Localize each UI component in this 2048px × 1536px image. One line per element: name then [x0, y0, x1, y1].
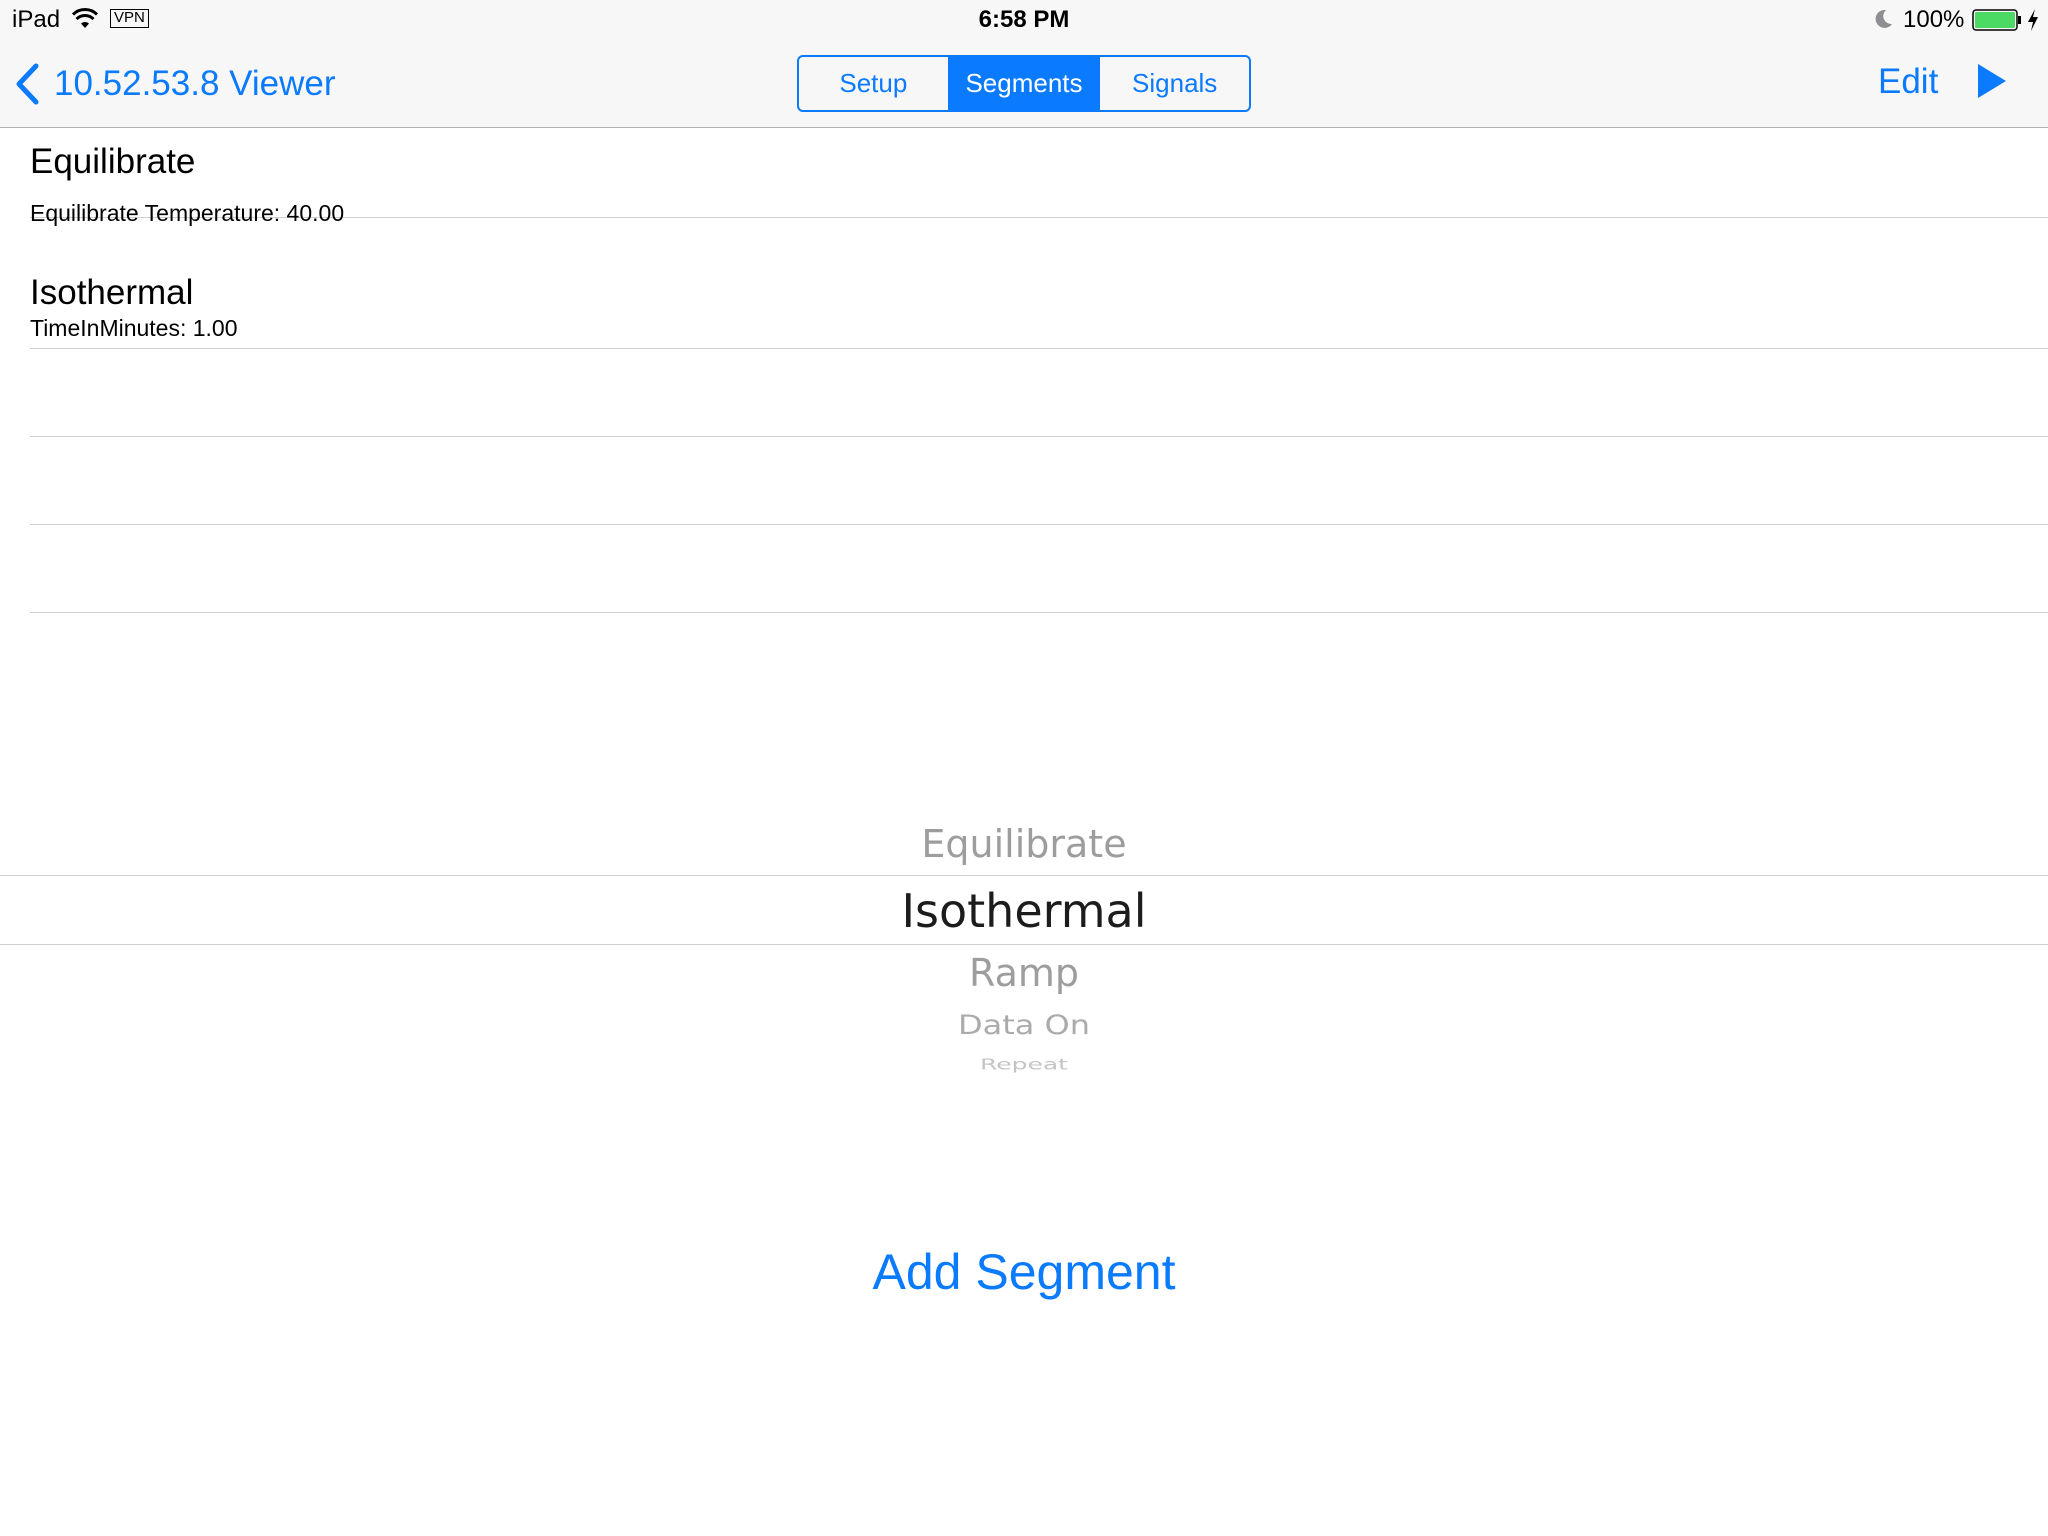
- segment-detail: Equilibrate Temperature: 40.00: [30, 200, 345, 226]
- play-icon[interactable]: [1976, 62, 2008, 100]
- status-bar: iPad VPN 6:58 PM 100%: [0, 0, 2048, 40]
- status-time: 6:58 PM: [978, 6, 1070, 33]
- segmented-control: Setup Segments Signals: [797, 55, 1251, 112]
- empty-row: [30, 525, 2048, 613]
- segment-type-picker[interactable]: Equilibrate Isothermal Ramp Data On Repe…: [0, 800, 2048, 1100]
- navigation-bar: 10.52.53.8 Viewer Setup Segments Signals…: [0, 40, 2048, 128]
- segment-title: Isothermal: [30, 273, 194, 312]
- picker-option[interactable]: Repeat: [0, 1056, 2048, 1073]
- segment-title: Equilibrate: [30, 142, 196, 181]
- moon-icon: [1875, 9, 1892, 28]
- charging-bolt-icon: [2028, 9, 2038, 31]
- segment-row[interactable]: Equilibrate Equilibrate Temperature: 40.…: [30, 130, 2048, 226]
- picker-option[interactable]: Equilibrate: [0, 822, 2048, 866]
- back-button-label: 10.52.53.8 Viewer: [54, 64, 336, 103]
- battery-percent: 100%: [1903, 6, 1965, 33]
- edit-button[interactable]: Edit: [1878, 62, 1938, 102]
- tab-setup[interactable]: Setup: [799, 57, 948, 110]
- picker-option[interactable]: Ramp: [0, 951, 2048, 995]
- battery-icon: [1972, 9, 2021, 31]
- back-button[interactable]: 10.52.53.8 Viewer: [14, 60, 336, 108]
- add-segment-button[interactable]: Add Segment: [0, 1243, 2048, 1301]
- segment-row[interactable]: Isothermal TimeInMinutes: 1.00: [30, 261, 2048, 349]
- segment-detail: TimeInMinutes: 1.00: [30, 315, 238, 341]
- empty-row: [30, 349, 2048, 437]
- picker-option-selected[interactable]: Isothermal: [0, 884, 2048, 938]
- app-screen: iPad VPN 6:58 PM 100% 10.52.53.8 Viewer: [0, 0, 2048, 1536]
- tab-segments[interactable]: Segments: [947, 57, 1099, 110]
- tab-signals[interactable]: Signals: [1098, 57, 1249, 110]
- picker-option[interactable]: Data On: [0, 1009, 2048, 1040]
- chevron-left-icon: [16, 63, 39, 105]
- empty-row: [30, 437, 2048, 525]
